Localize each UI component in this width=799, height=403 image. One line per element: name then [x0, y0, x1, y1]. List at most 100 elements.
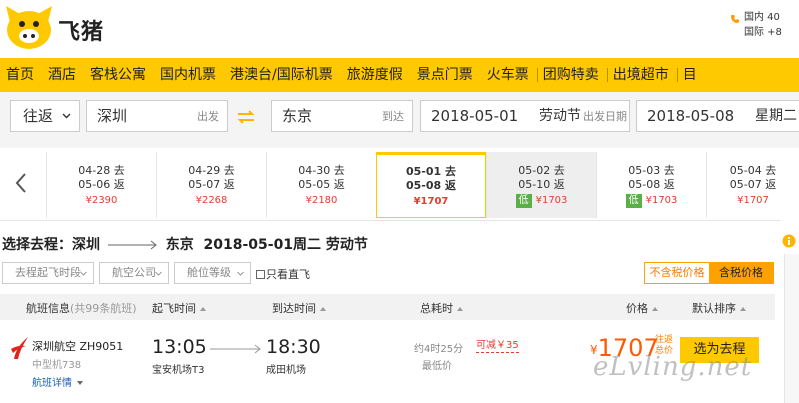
airline-filter[interactable]: 航空公司 [99, 262, 169, 284]
cabin-class-filter[interactable]: 舱位等级 [174, 262, 251, 284]
date-go: 05-01 去 [405, 165, 456, 178]
to-city-value: 东京 [282, 107, 313, 125]
date-price: ¥1707 [737, 195, 769, 206]
date-price-row: 低 ¥1703 [597, 193, 706, 209]
date-back: 05-08 返 [628, 178, 675, 191]
nav-home[interactable]: 首页 [0, 58, 42, 92]
divider [0, 220, 780, 221]
date-option[interactable]: 05-03 去 05-08 返 低 ¥1703 [596, 152, 706, 218]
date-price: ¥1703 [645, 195, 678, 206]
tax-toggle: 不含税价格 含税价格 [644, 262, 774, 284]
depart-date-input[interactable]: 2018-05-01 劳动节 出发日期 [420, 100, 630, 132]
flight-search-bar: 往返 深圳 出发 东京 到达 2018-05-01 劳动节 出发日期 2018-0… [0, 92, 799, 148]
arrival-airport: 成田机场 [266, 365, 306, 376]
route-title: 选择去程：深圳 东京 2018-05-01周二 劳动节 [2, 234, 368, 254]
shenzhen-airlines-logo-icon [11, 337, 28, 359]
sort-icon [457, 307, 463, 311]
date-go: 04-29 去 [188, 164, 235, 177]
date-back: 05-05 返 [298, 178, 345, 191]
low-price-badge: 低 [625, 194, 642, 208]
date-go: 05-02 去 [518, 164, 565, 177]
from-city-value: 深圳 [97, 107, 128, 125]
chevron-left-icon[interactable] [14, 172, 28, 194]
nav-tickets[interactable]: 景点门票 [411, 58, 481, 92]
discount-badge[interactable]: 可减￥35 [476, 340, 519, 353]
watermark: eLvling.net [593, 352, 753, 382]
trip-type-value: 往返 [23, 107, 54, 125]
chevron-down-icon [80, 271, 87, 276]
nav-domestic-flights[interactable]: 国内机票 [154, 58, 224, 92]
depart-date-value: 2018-05-01 [431, 107, 519, 125]
date-price-strip: 04-28 去 05-06 返 ¥2390 04-29 去 05-07 返 ¥2… [0, 152, 799, 218]
date-option[interactable]: 04-29 去 05-07 返 ¥2268 [156, 152, 266, 218]
site-header: 飞猪 国内 40 国际 +8 [0, 0, 799, 58]
return-date-input[interactable]: 2018-05-08 星期二 [636, 100, 799, 132]
departure-airport: 宝安机场T3 [152, 365, 205, 376]
sort-price[interactable]: 价格 [626, 300, 658, 316]
price-excl-tax-option[interactable]: 不含税价格 [645, 263, 709, 283]
sort-departure[interactable]: 起飞时间 [152, 300, 206, 316]
date-back: 05-10 返 [518, 178, 565, 191]
sort-icon [740, 307, 746, 311]
sort-arrival[interactable]: 到达时间 [272, 300, 326, 316]
depart-holiday: 劳动节 出发日期 [539, 101, 627, 132]
sort-icon [320, 307, 326, 311]
sort-default[interactable]: 默认排序 [692, 300, 746, 316]
logo-text[interactable]: 飞猪 [58, 14, 104, 46]
col-flight-info: 航班信息(共99条航班) [26, 300, 137, 316]
contact-info: 国内 40 国际 +8 [731, 10, 782, 40]
col-label: 总耗时 [420, 302, 453, 315]
aircraft-model: 中型机738 [32, 360, 82, 371]
chevron-down-icon [155, 271, 162, 276]
date-option[interactable]: 04-30 去 05-05 返 ¥2180 [266, 152, 376, 218]
col-label: 价格 [626, 302, 648, 315]
nav-train[interactable]: 火车票 [481, 58, 537, 92]
pig-logo-icon[interactable] [4, 4, 54, 50]
date-option[interactable]: 04-28 去 05-06 返 ¥2390 [46, 152, 156, 218]
nav-more[interactable]: 目 [676, 58, 705, 92]
filter-label: 航空公司 [112, 266, 156, 279]
swap-cities-icon[interactable] [235, 108, 257, 126]
main-nav: 首页 酒店 客栈公寓 国内机票 港澳台/国际机票 旅游度假 景点门票 火车票 团… [0, 58, 799, 92]
nav-hotel[interactable]: 酒店 [42, 58, 84, 92]
info-icon[interactable] [782, 234, 796, 248]
flight-count: (共99条航班) [70, 302, 137, 315]
chevron-down-icon [237, 271, 244, 276]
date-option[interactable]: 05-04 去 05-07 返 ¥1707 [706, 152, 799, 218]
nav-international-flights[interactable]: 港澳台/国际机票 [224, 58, 341, 92]
low-price-badge: 低 [515, 194, 532, 208]
from-city-input[interactable]: 深圳 出发 [86, 100, 228, 132]
date-back: 05-07 返 [729, 178, 777, 191]
chevron-down-icon [77, 381, 83, 385]
to-city-input[interactable]: 东京 到达 [271, 100, 413, 132]
col-label: 到达时间 [272, 302, 316, 315]
phone-icon [731, 15, 739, 23]
nav-duty-free[interactable]: 出境超市 [606, 58, 677, 92]
date-option-selected[interactable]: 05-01 去 05-08 返 ¥1707 [376, 152, 486, 218]
contact-domestic: 国内 40 [744, 12, 780, 23]
direct-only-checkbox[interactable]: 只看直飞 [256, 266, 310, 282]
sort-duration[interactable]: 总耗时 [420, 300, 463, 316]
holiday-label: 劳动节 [539, 108, 581, 124]
to-hint: 到达 [382, 110, 404, 123]
price-incl-tax-option[interactable]: 含税价格 [709, 263, 773, 283]
return-weekday: 星期二 [755, 108, 797, 124]
nav-vacation[interactable]: 旅游度假 [341, 58, 411, 92]
airline-flight-number: 深圳航空 ZH9051 [32, 340, 124, 353]
date-option[interactable]: 05-02 去 05-10 返 低 ¥1703 [486, 152, 596, 218]
side-panel [784, 254, 799, 403]
nav-inn[interactable]: 客栈公寓 [84, 58, 154, 92]
route-to: 东京 [165, 237, 194, 253]
arrow-right-icon [210, 344, 261, 354]
checkbox-box[interactable] [256, 270, 265, 279]
date-go: 04-30 去 [298, 164, 345, 177]
col-label: 起飞时间 [152, 302, 196, 315]
contact-international: 国际 +8 [744, 27, 782, 38]
flight-details-link[interactable]: 航班详情 [32, 374, 83, 389]
nav-group-buy[interactable]: 团购特卖 [536, 58, 607, 92]
return-date-value: 2018-05-08 [647, 107, 735, 125]
trip-type-select[interactable]: 往返 [10, 100, 80, 132]
departure-time-filter[interactable]: 去程起飞时段 [2, 262, 94, 284]
depart-hint: 出发日期 [583, 110, 627, 123]
date-price: ¥1703 [535, 195, 568, 206]
